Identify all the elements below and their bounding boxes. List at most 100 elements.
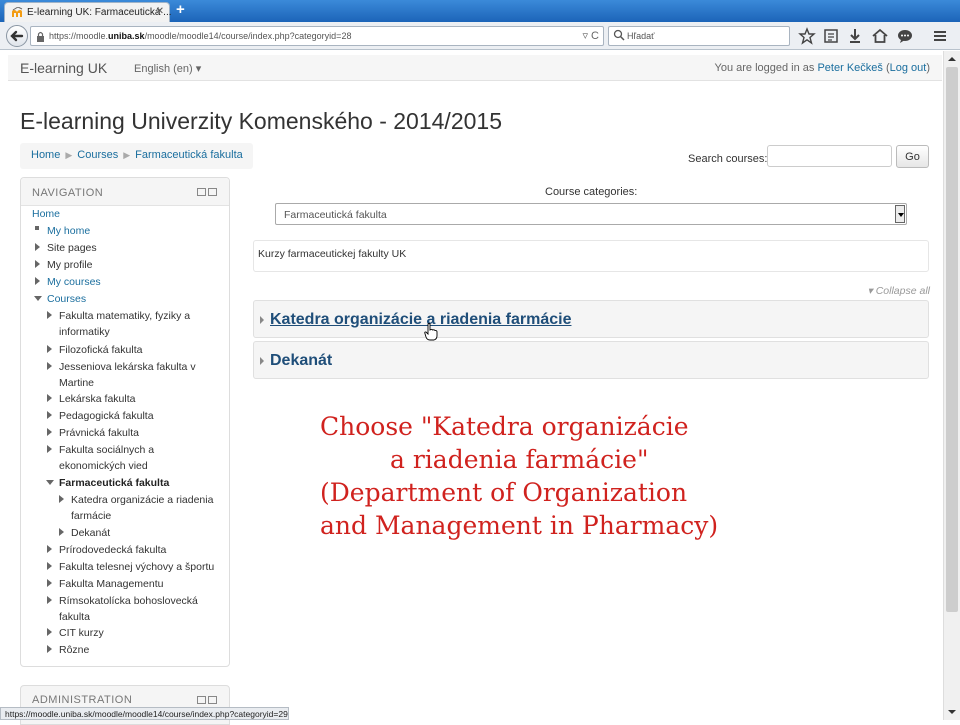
expand-icon[interactable] bbox=[47, 394, 52, 402]
download-icon[interactable] bbox=[846, 27, 864, 45]
expand-icon[interactable] bbox=[260, 357, 264, 365]
dropdown-arrow-icon[interactable] bbox=[895, 205, 905, 223]
dock-block-icon[interactable] bbox=[208, 188, 217, 196]
expand-icon[interactable] bbox=[47, 362, 52, 370]
scrollbar-thumb[interactable] bbox=[946, 67, 958, 612]
reload-icon[interactable]: ▿ C bbox=[582, 29, 599, 42]
nav-fmfi-line2[interactable]: informatiky bbox=[59, 324, 110, 341]
category-link-dekanat[interactable]: Dekanát bbox=[270, 352, 332, 370]
nav-cit-kurzy[interactable]: CIT kurzy bbox=[59, 625, 104, 642]
nav-my-courses[interactable]: My courses bbox=[47, 274, 101, 291]
nav-jesseniova-line2[interactable]: Martine bbox=[59, 375, 94, 392]
nav-rozne[interactable]: Rôzne bbox=[59, 642, 89, 659]
breadcrumb-faculty[interactable]: Farmaceutická fakulta bbox=[135, 149, 243, 161]
login-info: You are logged in as Peter Kečkeš (Log o… bbox=[715, 62, 930, 74]
breadcrumb: Home ▶ Courses ▶ Farmaceutická fakulta bbox=[20, 143, 253, 169]
hide-block-icon[interactable] bbox=[197, 188, 206, 196]
expand-icon[interactable] bbox=[47, 596, 52, 604]
close-tab-icon[interactable]: ✕ bbox=[156, 6, 164, 17]
category-link-katedra[interactable]: Katedra organizácie a riadenia farmácie bbox=[270, 311, 571, 329]
nav-dekanat[interactable]: Dekanát bbox=[71, 525, 110, 542]
site-brand[interactable]: E-learning UK bbox=[20, 60, 107, 76]
language-label: English (en) bbox=[134, 63, 193, 75]
expand-icon[interactable] bbox=[260, 316, 264, 324]
nav-fsev-line1[interactable]: Fakulta sociálnych a bbox=[59, 442, 154, 459]
annotation-line-2: a riadenia farmácie" bbox=[390, 445, 649, 474]
scroll-down-icon[interactable] bbox=[947, 707, 957, 717]
collapse-all-link[interactable]: ▾ Collapse all bbox=[868, 285, 930, 297]
scroll-up-icon[interactable] bbox=[947, 54, 957, 64]
nav-site-pages[interactable]: Site pages bbox=[47, 240, 97, 257]
nav-farmaceuticka-active[interactable]: Farmaceutická fakulta bbox=[59, 475, 169, 492]
search-courses-label: Search courses: bbox=[688, 153, 768, 165]
nav-jesseniova-line1[interactable]: Jesseniova lekárska fakulta v bbox=[59, 359, 196, 376]
category-row[interactable]: Dekanát bbox=[253, 341, 929, 379]
reading-list-icon[interactable] bbox=[822, 27, 840, 45]
breadcrumb-courses[interactable]: Courses bbox=[77, 149, 118, 161]
expand-icon[interactable] bbox=[47, 445, 52, 453]
back-button[interactable] bbox=[6, 25, 28, 47]
annotation-line-3: (Department of Organization bbox=[320, 478, 688, 507]
nav-pravnicka[interactable]: Právnická fakulta bbox=[59, 425, 139, 442]
nav-prirodovedecka[interactable]: Prírodovedecká fakulta bbox=[59, 542, 166, 559]
bookmark-star-icon[interactable] bbox=[798, 27, 816, 45]
expand-icon[interactable] bbox=[47, 628, 52, 636]
browser-search-input[interactable]: Hľadať bbox=[608, 26, 790, 46]
search-icon bbox=[613, 29, 625, 41]
nav-fmfi-line1[interactable]: Fakulta matematiky, fyziky a bbox=[59, 308, 190, 325]
expand-icon[interactable] bbox=[47, 311, 52, 319]
annotation-line-1: Choose "Katedra organizácie bbox=[320, 412, 689, 441]
language-menu[interactable]: English (en) ▾ bbox=[134, 62, 201, 75]
nav-my-profile[interactable]: My profile bbox=[47, 257, 93, 274]
nav-katedra-line2[interactable]: farmácie bbox=[71, 508, 111, 525]
hide-block-icon[interactable] bbox=[197, 696, 206, 704]
nav-filozoficka[interactable]: Filozofická fakulta bbox=[59, 342, 142, 359]
nav-my-home[interactable]: My home bbox=[47, 223, 90, 240]
user-name-link[interactable]: Peter Kečkeš bbox=[817, 62, 882, 74]
nav-managementu[interactable]: Fakulta Managementu bbox=[59, 576, 163, 593]
back-arrow-icon bbox=[10, 30, 24, 42]
category-row[interactable]: Katedra organizácie a riadenia farmácie bbox=[253, 300, 929, 338]
dock-block-icon[interactable] bbox=[208, 696, 217, 704]
nav-ftvs[interactable]: Fakulta telesnej výchovy a športu bbox=[59, 559, 214, 576]
logout-close: ) bbox=[926, 62, 930, 74]
expand-icon[interactable] bbox=[47, 579, 52, 587]
browser-tab[interactable]: E-learning UK: Farmaceutická ... ✕ bbox=[4, 2, 172, 22]
expand-icon[interactable] bbox=[35, 277, 40, 285]
chat-icon[interactable] bbox=[896, 27, 914, 45]
nav-lekarska[interactable]: Lekárska fakulta bbox=[59, 391, 135, 408]
collapse-icon[interactable] bbox=[46, 480, 54, 485]
vertical-scrollbar[interactable] bbox=[943, 51, 960, 720]
nav-fsev-line2[interactable]: ekonomických vied bbox=[59, 458, 148, 475]
expand-icon[interactable] bbox=[35, 243, 40, 251]
course-category-select[interactable]: Farmaceutická fakulta bbox=[275, 203, 907, 225]
logout-link[interactable]: Log out bbox=[890, 62, 927, 74]
nav-courses[interactable]: Courses bbox=[47, 291, 86, 308]
expand-icon[interactable] bbox=[47, 428, 52, 436]
new-tab-button[interactable]: + bbox=[176, 1, 185, 18]
expand-icon[interactable] bbox=[35, 260, 40, 268]
browser-tab-bar: E-learning UK: Farmaceutická ... ✕ + bbox=[0, 0, 960, 22]
nav-pedagogicka[interactable]: Pedagogická fakulta bbox=[59, 408, 154, 425]
expand-icon[interactable] bbox=[59, 495, 64, 503]
nav-rkcmbf-line1[interactable]: Rímsokatolícka bohoslovecká bbox=[59, 593, 198, 610]
menu-icon[interactable] bbox=[931, 27, 949, 45]
expand-icon[interactable] bbox=[47, 345, 52, 353]
url-bar[interactable]: https://moodle.uniba.sk/moodle/moodle14/… bbox=[30, 26, 604, 46]
go-button[interactable]: Go bbox=[896, 145, 929, 168]
nav-rkcmbf-line2[interactable]: fakulta bbox=[59, 609, 90, 626]
breadcrumb-home[interactable]: Home bbox=[31, 149, 60, 161]
status-bar-url: https://moodle.uniba.sk/moodle/moodle14/… bbox=[0, 707, 289, 720]
expand-icon[interactable] bbox=[47, 545, 52, 553]
expand-icon[interactable] bbox=[59, 528, 64, 536]
expand-icon[interactable] bbox=[47, 645, 52, 653]
search-courses-input[interactable] bbox=[767, 145, 892, 167]
nav-katedra-line1[interactable]: Katedra organizácie a riadenia bbox=[71, 492, 213, 509]
collapse-icon[interactable] bbox=[34, 296, 42, 301]
expand-icon[interactable] bbox=[47, 562, 52, 570]
nav-home[interactable]: Home bbox=[32, 206, 60, 223]
caret-down-icon: ▾ bbox=[867, 285, 876, 297]
expand-icon[interactable] bbox=[47, 411, 52, 419]
home-icon[interactable] bbox=[871, 27, 889, 45]
annotation-line-4: and Management in Pharmacy) bbox=[320, 511, 719, 540]
